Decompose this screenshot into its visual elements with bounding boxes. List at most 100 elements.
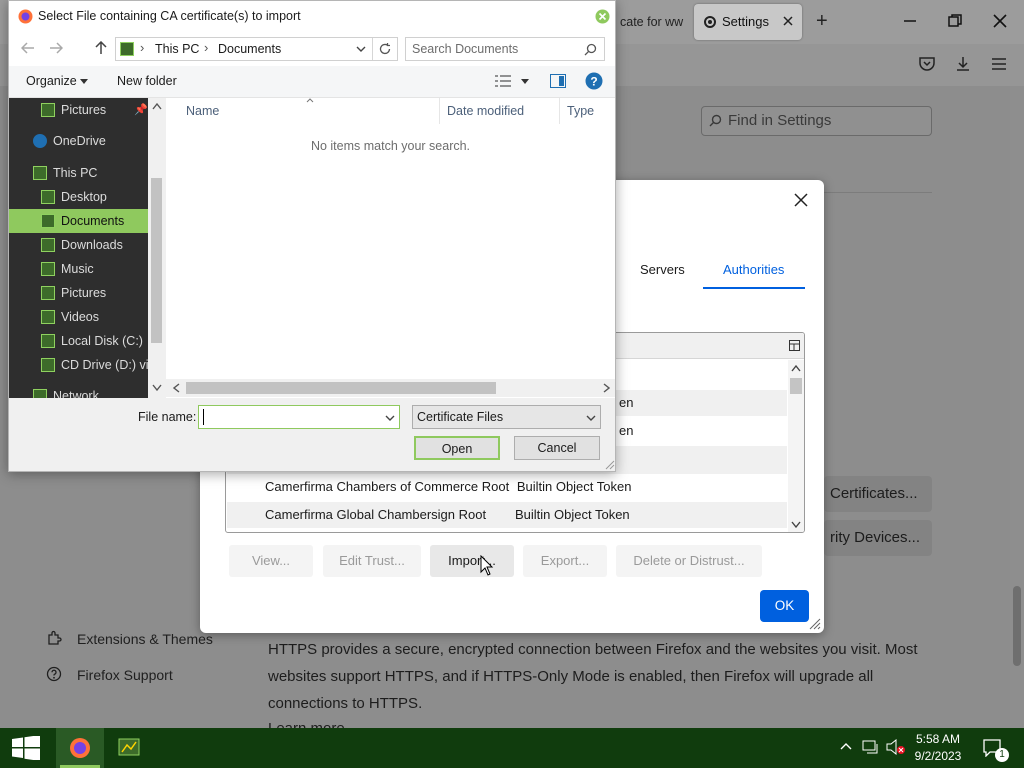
page-scrollbar[interactable] bbox=[1010, 86, 1024, 728]
empty-message: No items match your search. bbox=[310, 139, 471, 153]
column-type[interactable]: Type bbox=[567, 104, 594, 118]
tab-certificate-page[interactable]: cate for ww bbox=[612, 3, 690, 41]
scroll-down-icon[interactable] bbox=[791, 521, 801, 529]
organize-button[interactable]: Organize bbox=[26, 74, 77, 88]
nav-scrollbar-thumb[interactable] bbox=[151, 178, 162, 343]
sidebar-item-support[interactable]: Firefox Support bbox=[77, 667, 173, 683]
dialog-nav-bar: › This PC › Documents Search Documents bbox=[9, 32, 615, 66]
taskbar-firefox[interactable] bbox=[56, 728, 104, 768]
nav-item-this-pc[interactable]: This PC bbox=[9, 161, 148, 185]
column-date-modified[interactable]: Date modified bbox=[447, 104, 524, 118]
resize-grip-icon[interactable] bbox=[605, 460, 615, 470]
nav-item-network[interactable]: Network bbox=[9, 384, 148, 398]
chevron-down-icon bbox=[80, 79, 88, 84]
refresh-icon[interactable] bbox=[378, 42, 392, 56]
scroll-down-icon[interactable] bbox=[152, 384, 162, 391]
sidebar-item-extensions[interactable]: Extensions & Themes bbox=[77, 631, 213, 647]
nav-item-cd-drive[interactable]: CD Drive (D:) virt bbox=[9, 353, 148, 377]
forward-arrow-icon[interactable] bbox=[49, 42, 63, 54]
export-button[interactable]: Export... bbox=[523, 545, 607, 577]
column-name[interactable]: Name bbox=[186, 104, 219, 118]
close-icon[interactable] bbox=[595, 9, 610, 24]
nav-item-pictures-pinned[interactable]: Pictures 📌 bbox=[9, 98, 148, 122]
nav-item-local-disk[interactable]: Local Disk (C:) bbox=[9, 329, 148, 353]
close-icon[interactable] bbox=[794, 193, 808, 207]
help-icon[interactable]: ? bbox=[585, 72, 603, 90]
file-type-select[interactable]: Certificate Files bbox=[412, 405, 601, 429]
app-icon[interactable] bbox=[118, 738, 140, 758]
nav-item-desktop[interactable]: Desktop bbox=[9, 185, 148, 209]
view-options-icon[interactable] bbox=[495, 75, 511, 87]
learn-more-link[interactable]: Learn more bbox=[268, 718, 345, 728]
nav-item-videos[interactable]: Videos bbox=[9, 305, 148, 329]
security-devices-button[interactable]: rity Devices... bbox=[824, 520, 932, 556]
cloud-icon bbox=[33, 134, 47, 148]
scroll-up-icon[interactable] bbox=[152, 103, 162, 110]
list-scrollbar-thumb[interactable] bbox=[790, 378, 802, 394]
scroll-up-icon[interactable] bbox=[791, 364, 801, 372]
folder-icon bbox=[41, 190, 55, 204]
scroll-right-icon[interactable] bbox=[603, 383, 610, 393]
nav-item-onedrive[interactable]: OneDrive bbox=[9, 129, 148, 153]
windows-start-icon[interactable] bbox=[10, 736, 42, 760]
up-arrow-icon[interactable] bbox=[95, 41, 107, 55]
delete-distrust-button[interactable]: Delete or Distrust... bbox=[616, 545, 762, 577]
tab-settings[interactable]: Settings bbox=[694, 4, 802, 40]
breadcrumb[interactable]: › This PC › Documents bbox=[115, 37, 398, 61]
nav-item-music[interactable]: Music bbox=[9, 257, 148, 281]
clock-time[interactable]: 5:58 AM bbox=[913, 732, 963, 746]
find-in-settings-input[interactable]: Find in Settings bbox=[701, 106, 932, 136]
page-scrollbar-thumb[interactable] bbox=[1013, 586, 1021, 666]
restore-icon[interactable] bbox=[948, 14, 962, 28]
menu-icon[interactable] bbox=[991, 56, 1007, 72]
new-tab-button[interactable]: + bbox=[816, 10, 828, 33]
search-documents-input[interactable]: Search Documents bbox=[405, 37, 605, 61]
firefox-icon bbox=[18, 9, 33, 24]
new-folder-button[interactable]: New folder bbox=[117, 74, 177, 88]
navigation-pane: Pictures 📌 OneDrive This PC Desktop Docum… bbox=[9, 98, 148, 398]
nav-item-downloads[interactable]: Downloads bbox=[9, 233, 148, 257]
nav-item-pictures[interactable]: Pictures bbox=[9, 281, 148, 305]
tab-servers[interactable]: Servers bbox=[640, 260, 685, 280]
table-row[interactable]: Camerfirma Chambers of Commerce Root Bui… bbox=[227, 474, 787, 500]
chevron-down-icon[interactable] bbox=[521, 79, 529, 84]
ok-button[interactable]: OK bbox=[760, 590, 809, 622]
breadcrumb-this-pc[interactable]: This PC bbox=[155, 42, 199, 56]
open-button[interactable]: Open bbox=[414, 436, 500, 460]
clock-date[interactable]: 9/2/2023 bbox=[911, 749, 965, 763]
close-window-icon[interactable] bbox=[993, 14, 1007, 28]
back-arrow-icon[interactable] bbox=[21, 42, 35, 54]
breadcrumb-documents[interactable]: Documents bbox=[218, 42, 281, 56]
table-row[interactable]: Camerfirma Global Chambersign Root Built… bbox=[227, 502, 787, 528]
file-name-label: File name: bbox=[138, 410, 197, 424]
file-list[interactable]: Name Date modified Type No items match y… bbox=[166, 98, 615, 398]
tab-authorities[interactable]: Authorities bbox=[723, 260, 784, 280]
column-picker-icon[interactable] bbox=[789, 340, 800, 351]
edit-trust-button[interactable]: Edit Trust... bbox=[323, 545, 421, 577]
downloads-icon[interactable] bbox=[954, 55, 972, 73]
pin-icon: 📌 bbox=[134, 104, 148, 116]
nav-item-documents[interactable]: Documents bbox=[9, 209, 148, 233]
list-scrollbar[interactable] bbox=[788, 360, 804, 532]
resize-grip-icon[interactable] bbox=[809, 618, 821, 630]
horizontal-scrollbar[interactable] bbox=[166, 379, 615, 397]
chevron-down-icon[interactable] bbox=[356, 46, 366, 53]
minimize-icon[interactable] bbox=[903, 14, 917, 28]
network-icon[interactable] bbox=[862, 739, 880, 755]
volume-muted-icon[interactable] bbox=[886, 739, 906, 755]
dialog-title-bar: Select File containing CA certificate(s)… bbox=[9, 1, 615, 32]
pocket-icon[interactable] bbox=[918, 55, 936, 73]
scroll-left-icon[interactable] bbox=[173, 383, 180, 393]
import-button[interactable]: Import... bbox=[430, 545, 514, 577]
view-button[interactable]: View... bbox=[229, 545, 313, 577]
sort-up-icon bbox=[306, 98, 314, 103]
view-certificates-button[interactable]: Certificates... bbox=[824, 476, 932, 512]
preview-pane-icon[interactable] bbox=[550, 74, 566, 88]
cancel-button[interactable]: Cancel bbox=[514, 436, 600, 460]
file-name-input[interactable] bbox=[198, 405, 400, 429]
horizontal-scrollbar-thumb[interactable] bbox=[186, 382, 496, 394]
close-tab-icon[interactable] bbox=[782, 15, 794, 27]
chevron-down-icon[interactable] bbox=[385, 415, 395, 422]
chevron-up-icon[interactable] bbox=[840, 742, 852, 750]
nav-scrollbar[interactable] bbox=[148, 98, 166, 398]
